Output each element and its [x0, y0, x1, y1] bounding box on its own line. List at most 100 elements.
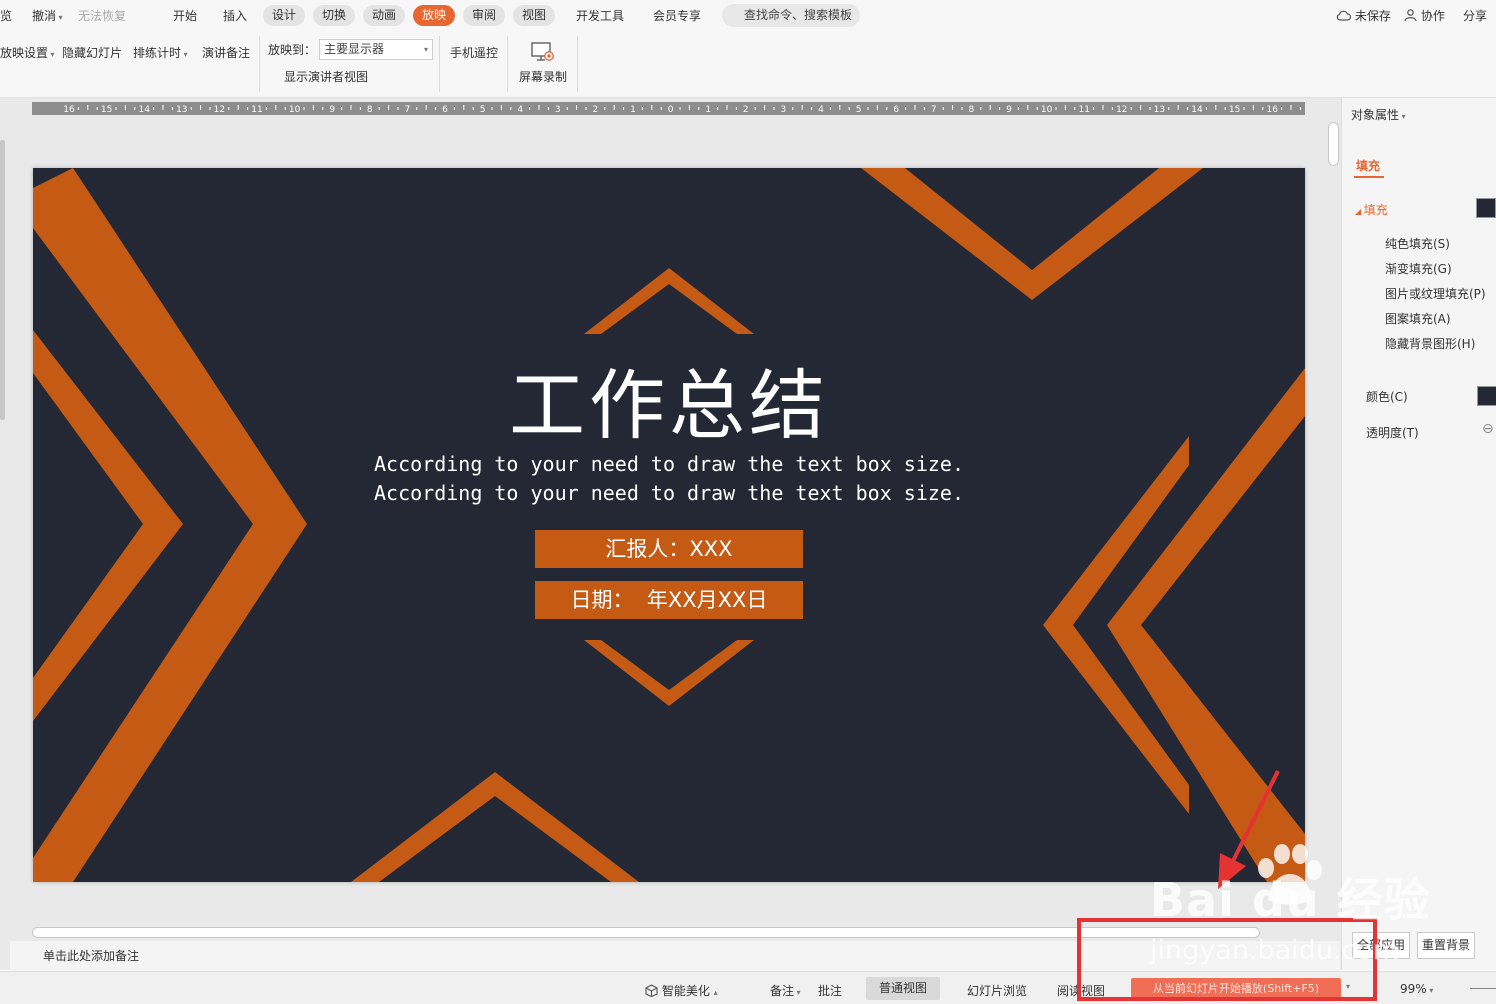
option-pattern-fill[interactable]: 图案填充(A): [1385, 310, 1451, 327]
ruler-label: 2: [593, 105, 599, 115]
undo-label: 撤消: [32, 9, 57, 23]
rehearse-button[interactable]: 排练计时 ▾: [133, 44, 188, 61]
display-select[interactable]: 主要显示器 ▾: [319, 39, 433, 60]
smart-beautify-label: 智能美化: [661, 984, 710, 998]
option-gradient-fill[interactable]: 渐变填充(G): [1385, 260, 1452, 277]
fill-section-toggle[interactable]: ◢ 填充: [1355, 201, 1388, 218]
deco-diamond-bottom: [584, 640, 754, 706]
show-settings-button[interactable]: 放映设置 ▾: [0, 44, 55, 61]
ruler-label: 15: [101, 105, 112, 115]
normal-view-button[interactable]: 普通视图: [866, 977, 940, 1000]
chevron-down-icon: ▾: [56, 13, 63, 22]
chevron-up-icon: ▴: [713, 988, 718, 997]
ruler-label: 8: [367, 105, 373, 115]
tab-developer[interactable]: 开发工具: [576, 7, 624, 24]
ruler-label: 6: [442, 105, 448, 115]
deco-diamond-top: [584, 268, 754, 334]
fill-section-label: 填充: [1363, 203, 1388, 217]
slide-canvas[interactable]: 工作总结 According to your need to draw the …: [33, 168, 1305, 882]
fill-color-swatch[interactable]: [1476, 198, 1496, 218]
comment-button[interactable]: 批注: [818, 982, 842, 999]
minus-icon[interactable]: ⊖: [1482, 421, 1494, 437]
triangle-down-icon: ◢: [1355, 207, 1364, 216]
chevron-down-icon: ▾: [181, 50, 188, 59]
zoom-dropdown[interactable]: 99% ▾: [1400, 982, 1433, 996]
reporter-textbox[interactable]: 汇报人：XXX: [535, 530, 803, 568]
collab-button[interactable]: 协作: [1404, 7, 1445, 24]
tab-insert[interactable]: 插入: [223, 7, 247, 24]
panel-title-label: 对象属性: [1351, 108, 1400, 122]
thumbnail-pane-edge[interactable]: [0, 140, 5, 420]
panel-title[interactable]: 对象属性 ▾: [1351, 106, 1406, 123]
hide-slide-button[interactable]: 隐藏幻灯片: [62, 44, 122, 61]
tab-design[interactable]: 设计: [263, 5, 306, 26]
tab-home[interactable]: 开始: [173, 7, 197, 24]
chevron-down-icon: ▾: [1426, 986, 1434, 995]
undo-button[interactable]: 撤消 ▾: [32, 7, 63, 24]
notes-placeholder: 单击此处添加备注: [43, 949, 140, 963]
screen-record-icon: [531, 42, 554, 61]
screen-record-label: 屏幕录制: [519, 70, 568, 84]
user-icon: [1404, 9, 1417, 22]
chevron-down-icon: ▾: [423, 45, 428, 54]
vertical-scrollbar[interactable]: [1328, 122, 1339, 166]
chevron-down-icon: ▾: [794, 988, 801, 997]
smart-beautify-button[interactable]: 智能美化 ▴: [645, 982, 718, 999]
ruler-label: 14: [138, 105, 150, 115]
color-label: 颜色(C): [1366, 390, 1408, 404]
ruler-label: 10: [289, 105, 301, 115]
horizontal-scrollbar[interactable]: [32, 927, 1260, 938]
preview-button[interactable]: 览: [0, 7, 12, 24]
unsaved-button[interactable]: 未保存: [1336, 7, 1391, 24]
deco-v-top: [861, 168, 1203, 300]
ruler-label: 16: [1266, 105, 1278, 115]
ruler-label: 9: [1006, 105, 1012, 115]
ruler-label: 5: [856, 105, 862, 115]
slide-subtitle-line[interactable]: According to your need to draw the text …: [33, 452, 1305, 476]
ribbon-divider: [439, 36, 440, 92]
tab-slideshow[interactable]: 放映: [413, 5, 456, 26]
ruler-label: 16: [63, 105, 75, 115]
tab-fill-underline: [1354, 176, 1384, 178]
collab-label: 协作: [1420, 9, 1445, 23]
tab-transition[interactable]: 切换: [313, 5, 356, 26]
slide-subtitle-line[interactable]: According to your need to draw the text …: [33, 481, 1305, 505]
ruler-label: 9: [329, 105, 335, 115]
notes-toggle-button[interactable]: 备注 ▾: [770, 982, 801, 999]
zoom-slider[interactable]: [1470, 988, 1496, 989]
tab-animation[interactable]: 动画: [363, 5, 406, 26]
slide-title[interactable]: 工作总结: [33, 344, 1305, 454]
display-select-value: 主要显示器: [324, 42, 385, 56]
reset-background-button[interactable]: 重置背景: [1417, 932, 1475, 959]
ruler-ticks: 16 15 14 13 12 11 10 9 8 7 6 5 4 3 2 1 0 1 2 3 4 5 6 7 8 9 10 11 12 1…: [63, 105, 1301, 115]
tab-fill[interactable]: 填充: [1356, 157, 1380, 174]
menu-bar: 览 撤消 ▾ 无法恢复 开始 插入 设计 切换 动画 放映 审阅 视图 开发工具…: [0, 0, 1496, 32]
tab-member[interactable]: 会员专享: [653, 7, 701, 24]
share-button[interactable]: 分享: [1463, 7, 1487, 24]
screen-record-button[interactable]: 屏幕录制: [518, 38, 568, 90]
option-solid-fill[interactable]: 纯色填充(S): [1385, 235, 1450, 252]
ruler-label: 4: [517, 105, 523, 115]
ruler-label: 11: [251, 105, 262, 115]
zoom-value: 99%: [1400, 982, 1427, 996]
speaker-notes-button[interactable]: 演讲备注: [202, 44, 250, 61]
presenter-view-button[interactable]: 显示演讲者视图: [284, 68, 368, 85]
slide-sorter-button[interactable]: 幻灯片浏览: [967, 982, 1027, 999]
chevron-down-icon: ▾: [48, 50, 55, 59]
redo-button[interactable]: 无法恢复: [78, 7, 126, 24]
ruler-label: 4: [818, 105, 824, 115]
chevron-down-icon: ▾: [1399, 112, 1406, 121]
date-textbox[interactable]: 日期： 年XX月XX日: [535, 581, 803, 619]
phone-remote-button[interactable]: 手机遥控: [450, 44, 498, 61]
ribbon-divider: [259, 36, 260, 92]
watermark-url: jingyan.baidu.com: [1150, 935, 1400, 966]
command-search-input[interactable]: 查找命令、搜索模板: [722, 4, 860, 27]
tab-review[interactable]: 审阅: [463, 5, 506, 26]
color-picker[interactable]: [1477, 386, 1496, 406]
show-to-label: 放映到：: [268, 43, 317, 57]
cloud-icon: [1336, 10, 1352, 21]
option-hide-bg-graphics[interactable]: 隐藏背景图形(H): [1385, 335, 1475, 352]
option-picture-fill[interactable]: 图片或纹理填充(P): [1385, 285, 1486, 302]
ruler-label: 10: [1041, 105, 1053, 115]
tab-view[interactable]: 视图: [513, 5, 556, 26]
